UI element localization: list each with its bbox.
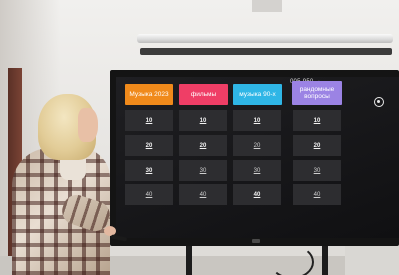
question-cell[interactable]: 30 [179,160,227,181]
question-cell[interactable]: 40 [293,184,341,205]
question-cell[interactable]: 40 [125,184,173,205]
question-cell[interactable]: 20 [179,135,227,156]
power-cable [270,245,314,275]
question-cell[interactable]: 20 [125,135,173,156]
quiz-screen: 005-950 ▲ ▾ Музыка 2023 фильмы музыка 90… [116,77,399,238]
question-cell[interactable]: 10 [233,110,281,131]
projector-rail [137,34,393,43]
question-cell[interactable]: 40 [179,184,227,205]
category-films[interactable]: фильмы [179,84,228,105]
question-cell[interactable]: 30 [233,160,281,181]
question-cell[interactable]: 10 [293,110,341,131]
question-cell[interactable]: 20 [233,135,281,156]
category-music-90s[interactable]: музыка 90-х [233,84,282,105]
stand-leg-right [322,245,328,275]
question-cell[interactable]: 10 [125,110,173,131]
display-logo [252,239,260,243]
question-cell[interactable]: 10 [179,110,227,131]
stand-leg-left [186,245,192,275]
ceiling-fixture [252,0,282,12]
question-cell[interactable]: 40 [233,184,281,205]
question-cell[interactable]: 20 [293,135,341,156]
classroom-photo: 005-950 ▲ ▾ Музыка 2023 фильмы музыка 90… [0,0,399,275]
category-random-questions[interactable]: рандомные вопросы [292,81,342,105]
question-cell[interactable]: 30 [125,160,173,181]
presenter-face [78,108,98,142]
record-circle-icon[interactable] [374,97,384,107]
rail-bracket [140,48,392,55]
question-cell[interactable]: 30 [293,160,341,181]
category-music-2023[interactable]: Музыка 2023 [125,84,173,105]
